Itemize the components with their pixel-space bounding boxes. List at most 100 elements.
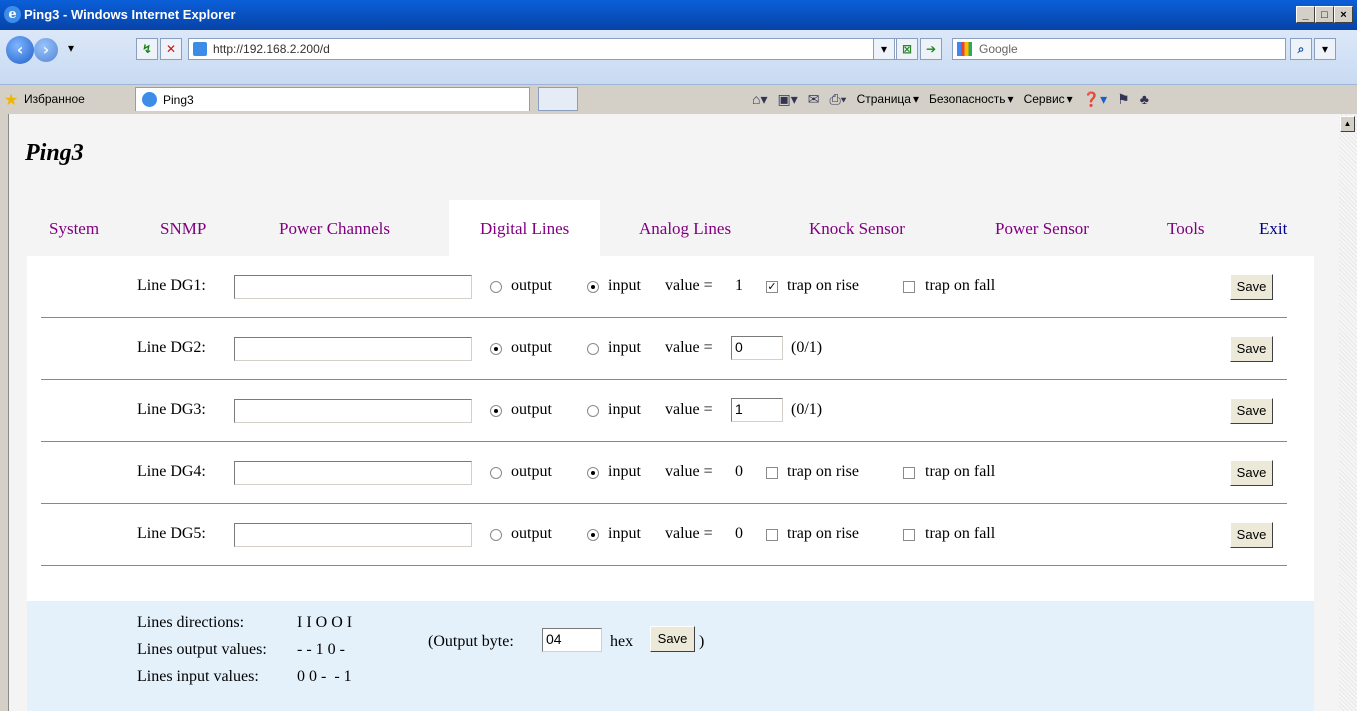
input-label: input	[608, 401, 641, 418]
page-menu[interactable]: Страница	[857, 92, 911, 106]
input-label: input	[608, 463, 641, 480]
close-paren: )	[699, 633, 705, 650]
maximize-button[interactable]: □	[1315, 6, 1334, 23]
safety-menu[interactable]: Безопасность	[929, 92, 1006, 106]
save-button[interactable]: Save	[1230, 336, 1273, 362]
tab-power-sensor[interactable]: Power Sensor	[995, 219, 1089, 239]
output-byte-input[interactable]: 04	[542, 628, 602, 652]
line-label: Line DG4:	[137, 463, 206, 480]
save-button[interactable]: Save	[1230, 522, 1273, 548]
favorites-label[interactable]: Избранное	[24, 92, 85, 106]
output-radio[interactable]	[490, 343, 502, 355]
input-radio[interactable]	[587, 405, 599, 417]
input-label: input	[608, 339, 641, 356]
compat-view-icon[interactable]: ↯	[136, 38, 158, 60]
service-menu[interactable]: Сервис	[1024, 92, 1065, 106]
value-input[interactable]: 0	[731, 336, 783, 360]
search-icon[interactable]: ⌕	[1290, 38, 1312, 60]
search-placeholder: Google	[979, 42, 1018, 56]
trap-fall-checkbox[interactable]	[903, 529, 915, 541]
output-byte-save-button[interactable]: Save	[650, 626, 695, 652]
tab-exit[interactable]: Exit	[1259, 219, 1287, 239]
trap-fall-checkbox[interactable]	[903, 281, 915, 293]
input-radio[interactable]	[587, 343, 599, 355]
line-name-input[interactable]	[234, 461, 472, 485]
range-hint: (0/1)	[791, 401, 823, 418]
input-radio[interactable]	[587, 529, 599, 541]
back-button[interactable]: ‹	[6, 36, 34, 64]
tab-tools[interactable]: Tools	[1167, 219, 1205, 239]
trap-fall-checkbox[interactable]	[903, 467, 915, 479]
browser-tab[interactable]: Ping3	[135, 87, 530, 111]
favorites-bar: ★ Избранное Ping3 ⌂▾ ▣▾ ✉ ⎙▾ Страница ▾ Б…	[0, 86, 1357, 112]
output-radio[interactable]	[490, 405, 502, 417]
output-byte-label: (Output byte:	[428, 633, 514, 650]
line-label: Line DG1:	[137, 277, 206, 294]
line-row-dg4: Line DG4: output input value = 0 trap on…	[41, 442, 1287, 504]
line-name-input[interactable]	[234, 523, 472, 547]
output-radio[interactable]	[490, 467, 502, 479]
stop-icon[interactable]: ✕	[160, 38, 182, 60]
tab-analog-lines[interactable]: Analog Lines	[639, 219, 731, 239]
line-name-input[interactable]	[234, 337, 472, 361]
line-row-dg5: Line DG5: output input value = 0 trap on…	[41, 504, 1287, 566]
output-radio[interactable]	[490, 529, 502, 541]
value-input[interactable]: 1	[731, 398, 783, 422]
go-icon[interactable]: ➔	[920, 38, 942, 60]
hex-label: hex	[610, 633, 634, 650]
close-window-button[interactable]: ×	[1334, 6, 1353, 23]
messenger-icon[interactable]: ♣	[1140, 91, 1149, 107]
page-icon	[193, 42, 207, 56]
output-label: output	[511, 463, 552, 480]
save-button[interactable]: Save	[1230, 460, 1273, 486]
line-label: Line DG5:	[137, 525, 206, 542]
address-dropdown-icon[interactable]: ▾	[873, 38, 895, 60]
address-toolbar: ‹ › ▾ ↯ ✕ http://192.168.2.200/d ▾ ⊠ ➔ G…	[0, 30, 1357, 85]
feeds-icon[interactable]: ▣▾	[777, 91, 797, 108]
trap-rise-label: trap on rise	[787, 463, 859, 480]
help-icon[interactable]: ❓▾	[1083, 91, 1107, 108]
tab-knock-sensor[interactable]: Knock Sensor	[809, 219, 905, 239]
ie-logo-icon: e	[4, 6, 21, 23]
favorites-star-icon[interactable]: ★	[4, 90, 18, 110]
home-icon[interactable]: ⌂▾	[752, 91, 767, 108]
scroll-up-arrow-icon[interactable]: ▲	[1340, 116, 1355, 132]
compatibility-icon[interactable]: ⊠	[896, 38, 918, 60]
output-label: output	[511, 401, 552, 418]
tab-system[interactable]: System	[49, 219, 99, 239]
trap-rise-checkbox[interactable]	[766, 529, 778, 541]
forward-button[interactable]: ›	[34, 38, 58, 62]
trap-rise-checkbox[interactable]: ✓	[766, 281, 778, 293]
page-viewport: Ping3 System SNMP Power Channels Digital…	[8, 114, 1339, 711]
tab-snmp[interactable]: SNMP	[160, 219, 206, 239]
output-radio[interactable]	[490, 281, 502, 293]
line-row-dg2: Line DG2: output input value = 0 (0/1) S…	[41, 318, 1287, 380]
history-dropdown-icon[interactable]: ▾	[60, 38, 82, 60]
value-readout: 1	[735, 277, 743, 294]
input-radio[interactable]	[587, 281, 599, 293]
new-tab-button[interactable]	[538, 87, 578, 111]
mail-icon[interactable]: ✉	[808, 91, 820, 108]
value-readout: 0	[735, 525, 743, 542]
value-readout: 0	[735, 463, 743, 480]
tab-digital-lines[interactable]: Digital Lines	[449, 200, 601, 256]
trap-fall-label: trap on fall	[925, 525, 996, 542]
research-icon[interactable]: ⚑	[1117, 91, 1130, 108]
vertical-scrollbar[interactable]: ▲	[1339, 114, 1357, 711]
print-icon[interactable]: ⎙▾	[829, 91, 846, 108]
trap-rise-checkbox[interactable]	[766, 467, 778, 479]
line-name-input[interactable]	[234, 275, 472, 299]
window-title-bar: e Ping3 - Windows Internet Explorer _ □ …	[0, 0, 1357, 30]
line-name-input[interactable]	[234, 399, 472, 423]
search-input[interactable]: Google	[952, 38, 1286, 60]
tab-power-channels[interactable]: Power Channels	[279, 219, 390, 239]
search-options-icon[interactable]: ▾	[1314, 38, 1336, 60]
input-radio[interactable]	[587, 467, 599, 479]
value-label: value =	[665, 463, 713, 480]
minimize-button[interactable]: _	[1296, 6, 1315, 23]
input-label: input	[608, 525, 641, 542]
save-button[interactable]: Save	[1230, 274, 1273, 300]
command-bar: ⌂▾ ▣▾ ✉ ⎙▾ Страница ▾ Безопасность ▾ Серви…	[752, 90, 1149, 108]
save-button[interactable]: Save	[1230, 398, 1273, 424]
address-input[interactable]: http://192.168.2.200/d	[188, 38, 904, 60]
